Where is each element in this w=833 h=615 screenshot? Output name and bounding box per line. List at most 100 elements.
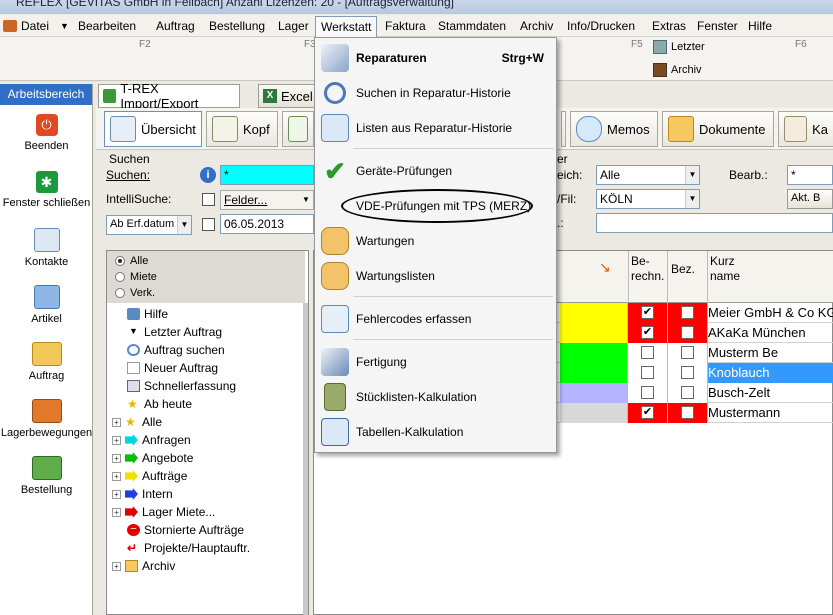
menu-info-drucken[interactable]: Info/Drucken (567, 19, 635, 33)
berechnet-checkbox[interactable] (641, 386, 654, 399)
dropdown-arrow-icon[interactable]: ▼ (60, 21, 69, 31)
sidebar-item-bestellung[interactable]: Bestellung (0, 456, 93, 496)
filter-radio-group: Alle Miete Verk. (107, 251, 305, 303)
menu-item-wartungen[interactable]: Wartungen (315, 224, 556, 258)
expand-icon[interactable]: + (112, 417, 121, 427)
dokumente-button[interactable]: Dokumente (662, 111, 774, 147)
tree-item-anfragen[interactable]: + Anfragen (112, 433, 191, 447)
menu-bearbeiten[interactable]: Bearbeiten (78, 19, 136, 33)
expand-icon[interactable]: + (112, 471, 121, 481)
sidebar-item-kontakte[interactable]: Kontakte (0, 228, 93, 268)
menu-werkstatt[interactable]: Werkstatt (315, 16, 378, 37)
positions-button[interactable] (282, 111, 314, 147)
felder-dropdown[interactable]: Felder... ▼ (220, 190, 314, 210)
bereich-select[interactable]: Alle ▼ (596, 165, 700, 185)
sidebar-item-fenster-schliessen[interactable]: ✱ Fenster schließen (0, 171, 93, 209)
tree-item-schnellerfassung[interactable]: Schnellerfassung (127, 379, 236, 393)
bearb-input[interactable]: * (787, 165, 833, 185)
bezahlt-checkbox[interactable] (681, 346, 694, 359)
bezahlt-checkbox[interactable] (681, 366, 694, 379)
tree-item-lager-miete[interactable]: + Lager Miete... (112, 505, 215, 519)
kalender-button[interactable]: Ka (778, 111, 833, 147)
expand-icon[interactable]: + (112, 507, 121, 517)
bezahlt-checkbox[interactable] (681, 326, 694, 339)
menu-archiv[interactable]: Archiv (520, 19, 553, 33)
expand-icon[interactable]: + (112, 435, 121, 445)
misc-input[interactable] (596, 213, 833, 233)
tree-item-hilfe[interactable]: Hilfe (127, 307, 168, 321)
menu-item-tabellen[interactable]: Tabellen-Kalkulation (315, 415, 556, 449)
uebersicht-button[interactable]: Übersicht (104, 111, 202, 147)
tree-item-projekte[interactable]: ↵ Projekte/Hauptauftr. (127, 541, 250, 555)
tree-item-intern[interactable]: + Intern (112, 487, 173, 501)
menu-item-fertigung[interactable]: Fertigung (315, 345, 556, 379)
header-kurzname[interactable]: Kurz name (708, 251, 833, 303)
tree-item-angebote[interactable]: + Angebote (112, 451, 193, 465)
header-bezahlt[interactable]: Bez. (668, 251, 708, 303)
menu-hilfe[interactable]: Hilfe (748, 19, 772, 33)
date-input[interactable]: 06.05.2013 (220, 214, 314, 234)
menu-bestellung[interactable]: Bestellung (209, 19, 265, 33)
sidebar-item-artikel[interactable]: Artikel (0, 285, 93, 325)
tree-item-letzter-auftrag[interactable]: ▼ Letzter Auftrag (127, 325, 222, 339)
menu-auftrag[interactable]: Auftrag (156, 19, 195, 33)
chevron-down-icon: ▼ (177, 216, 191, 234)
berechnet-checkbox[interactable]: ✔ (641, 406, 654, 419)
radio-verk[interactable]: Verk. (115, 287, 155, 299)
tree-item-neuer-auftrag[interactable]: Neuer Auftrag (127, 361, 218, 375)
berechnet-checkbox[interactable] (641, 366, 654, 379)
sidebar-item-lagerbewegungen[interactable]: Lagerbewegungen (0, 399, 93, 439)
tree-item-ab-heute[interactable]: ★ Ab heute (127, 397, 192, 411)
menu-item-reparaturen[interactable]: Reparaturen Strg+W (315, 41, 556, 75)
radio-alle[interactable]: Alle (115, 255, 148, 267)
menu-item-fehlercodes[interactable]: Fehlercodes erfassen (315, 302, 556, 336)
menu-item-stuecklisten[interactable]: Stücklisten-Kalkulation (315, 380, 556, 414)
menu-extras[interactable]: Extras (652, 19, 686, 33)
menu-item-geraete-pruefungen[interactable]: ✔ Geräte-Prüfungen (315, 154, 556, 188)
menu-item-wartungslisten[interactable]: Wartungslisten (315, 259, 556, 293)
bezahlt-checkbox[interactable] (681, 306, 694, 319)
tree-item-auftraege[interactable]: + Aufträge (112, 469, 187, 483)
menu-item-listen-historie[interactable]: Listen aus Reparatur-Historie (315, 111, 556, 145)
tree-scrollbar[interactable] (303, 303, 308, 615)
berechnet-checkbox[interactable]: ✔ (641, 326, 654, 339)
akt-button[interactable]: Akt. B (787, 189, 833, 209)
intellisuche-checkbox[interactable] (202, 193, 215, 206)
radio-miete[interactable]: Miete (115, 271, 157, 283)
info-icon[interactable]: i (200, 167, 216, 183)
tab-excel[interactable]: X Excel (258, 84, 318, 108)
menu-item-suchen-historie[interactable]: Suchen in Reparatur-Historie (315, 76, 556, 110)
menu-fenster[interactable]: Fenster (697, 19, 738, 33)
kopf-button[interactable]: Kopf (206, 111, 278, 147)
expand-icon[interactable]: + (112, 489, 121, 499)
tab-trex[interactable]: T-REX Import/Export (98, 81, 240, 111)
menu-faktura[interactable]: Faktura (385, 19, 426, 33)
menu-datei[interactable]: Datei (21, 19, 49, 33)
hidden-button[interactable] (561, 111, 566, 147)
tree-item-auftrag-suchen[interactable]: Auftrag suchen (127, 343, 225, 357)
expand-icon[interactable]: + (112, 561, 121, 571)
sidebar-item-auftrag[interactable]: Auftrag (0, 342, 93, 382)
sort-arrow-icon[interactable]: ↘ (599, 259, 611, 276)
search-input[interactable]: * (220, 165, 314, 185)
app-icon[interactable] (3, 20, 17, 32)
date-checkbox[interactable] (202, 218, 215, 231)
menu-lager[interactable]: Lager (278, 19, 309, 33)
berechnet-checkbox[interactable] (641, 346, 654, 359)
tree-item-stornierte[interactable]: − Stornierte Aufträge (127, 523, 244, 537)
sidebar-item-beenden[interactable]: ⏻ Beenden (0, 114, 93, 152)
tree-item-archiv[interactable]: + Archiv (112, 559, 175, 573)
berechnet-checkbox[interactable]: ✔ (641, 306, 654, 319)
bezahlt-checkbox[interactable] (681, 386, 694, 399)
tree-item-alle[interactable]: + ★ Alle (112, 415, 162, 429)
sort-select[interactable]: Ab Erf.datum ▼ (106, 215, 192, 235)
expand-icon[interactable]: + (112, 453, 121, 463)
archiv-quick-button[interactable]: Archiv (653, 63, 702, 77)
letzter-button[interactable]: Letzter (653, 40, 705, 54)
menu-item-label: Fertigung (356, 355, 407, 369)
menu-stammdaten[interactable]: Stammdaten (438, 19, 506, 33)
header-berechnet[interactable]: Be- rechn. (628, 251, 668, 303)
bezahlt-checkbox[interactable] (681, 406, 694, 419)
memos-button[interactable]: Memos (570, 111, 658, 147)
filiale-select[interactable]: KÖLN ▼ (596, 189, 700, 209)
